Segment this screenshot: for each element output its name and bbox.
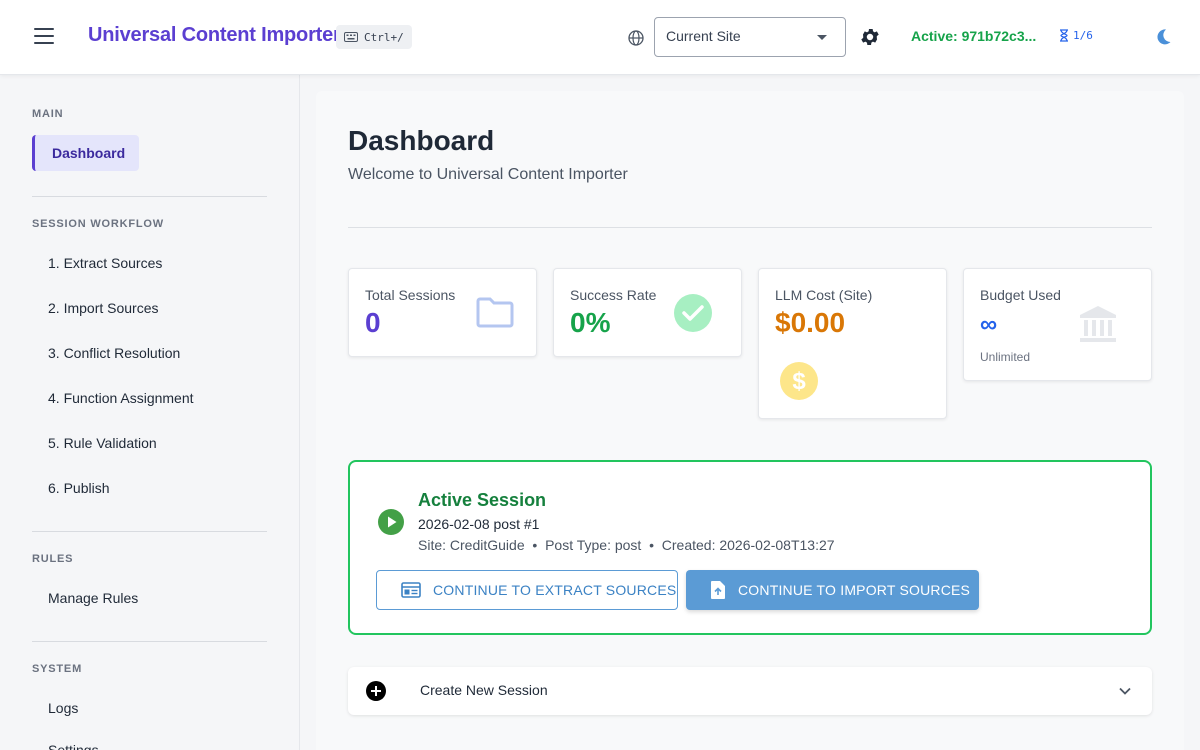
stat-card-llm-cost: LLM Cost (Site) $0.00 $	[758, 268, 947, 419]
play-icon	[378, 509, 404, 535]
continue-extract-label: CONTINUE TO EXTRACT SOURCES	[433, 582, 677, 598]
hourglass-icon	[1060, 29, 1068, 42]
page-title: Dashboard	[348, 125, 495, 156]
session-meta: Site: CreditGuide • Post Type: post • Cr…	[418, 537, 835, 553]
create-new-session-panel[interactable]: Create New Session	[348, 667, 1152, 715]
sidebar-divider	[32, 641, 267, 642]
continue-import-label: CONTINUE TO IMPORT SOURCES	[738, 582, 971, 598]
chevron-down-icon	[1119, 687, 1131, 695]
gear-icon[interactable]	[859, 26, 881, 48]
sidebar-item-manage-rules[interactable]: Manage Rules	[32, 580, 138, 616]
sidebar-item-extract-sources[interactable]: 1. Extract Sources	[32, 245, 162, 281]
sidebar: MAIN Dashboard SESSION WORKFLOW 1. Extra…	[0, 75, 300, 750]
sidebar-section-rules: RULES	[32, 553, 74, 565]
stat-sub-label: Unlimited	[980, 350, 1031, 364]
sidebar-item-settings[interactable]: Settings	[32, 735, 99, 750]
sidebar-divider	[32, 531, 267, 532]
stat-value: ∞	[980, 311, 998, 338]
folder-icon	[476, 297, 514, 328]
sidebar-item-publish[interactable]: 6. Publish	[32, 470, 109, 506]
stat-value: 0%	[570, 307, 611, 338]
site-select-value: Current Site	[666, 28, 741, 44]
page-subtitle: Welcome to Universal Content Importer	[348, 166, 628, 183]
session-heading: Active Session	[418, 490, 547, 510]
menu-icon[interactable]	[34, 28, 54, 44]
sidebar-section-session-workflow: SESSION WORKFLOW	[32, 218, 164, 230]
stat-card-total-sessions: Total Sessions 0	[348, 268, 537, 357]
continue-extract-button[interactable]: CONTINUE TO EXTRACT SOURCES	[376, 570, 678, 610]
sidebar-item-conflict-resolution[interactable]: 3. Conflict Resolution	[32, 335, 180, 371]
counter-label: 1/6	[1073, 29, 1093, 42]
sidebar-item-dashboard[interactable]: Dashboard	[32, 135, 140, 171]
stat-label: LLM Cost (Site)	[775, 287, 873, 303]
stat-value: $0.00	[775, 307, 846, 338]
sidebar-item-function-assignment[interactable]: 4. Function Assignment	[32, 380, 194, 416]
add-circle-icon	[366, 681, 386, 701]
globe-icon	[628, 30, 644, 46]
sidebar-section-system: SYSTEM	[32, 663, 83, 675]
file-upload-icon	[711, 581, 725, 599]
sidebar-divider	[32, 196, 267, 197]
browser-window-icon	[401, 582, 421, 598]
stat-label: Budget Used	[980, 287, 1061, 303]
shortcut-label: Ctrl+/	[364, 30, 404, 44]
active-session-status[interactable]: Active: 971b72c3...	[911, 28, 1036, 44]
check-circle-icon	[674, 294, 712, 332]
active-session-card: Active Session 2026-02-08 post #1 Site: …	[348, 460, 1152, 635]
svg-text:$: $	[792, 368, 806, 395]
sidebar-item-rule-validation[interactable]: 5. Rule Validation	[32, 425, 157, 461]
site-select[interactable]: Current Site	[654, 17, 846, 57]
dollar-icon: $	[780, 362, 818, 400]
stat-value: 0	[365, 307, 381, 338]
keyboard-shortcut-hint[interactable]: Ctrl+/	[336, 25, 412, 49]
stat-label: Success Rate	[570, 287, 657, 303]
main-content: Dashboard Welcome to Universal Content I…	[316, 91, 1184, 750]
keyboard-icon	[344, 32, 358, 42]
queue-counter[interactable]: 1/6	[1059, 29, 1093, 42]
continue-import-button[interactable]: CONTINUE TO IMPORT SOURCES	[686, 570, 979, 610]
sidebar-section-main: MAIN	[32, 108, 64, 120]
stat-card-success-rate: Success Rate 0%	[553, 268, 742, 357]
create-new-session-label: Create New Session	[420, 682, 548, 698]
bank-icon	[1080, 306, 1116, 342]
sidebar-item-logs[interactable]: Logs	[32, 690, 78, 726]
top-app-bar: Universal Content Importer Ctrl+/ Curren…	[0, 0, 1200, 75]
app-title: Universal Content Importer	[88, 24, 341, 46]
content-divider	[348, 227, 1152, 228]
sidebar-item-import-sources[interactable]: 2. Import Sources	[32, 290, 159, 326]
stat-card-budget-used: Budget Used ∞ Unlimited	[963, 268, 1152, 381]
caret-down-icon	[817, 35, 827, 40]
session-name: 2026-02-08 post #1	[418, 516, 540, 532]
stat-label: Total Sessions	[365, 287, 456, 303]
dark-mode-icon[interactable]	[1153, 27, 1173, 47]
